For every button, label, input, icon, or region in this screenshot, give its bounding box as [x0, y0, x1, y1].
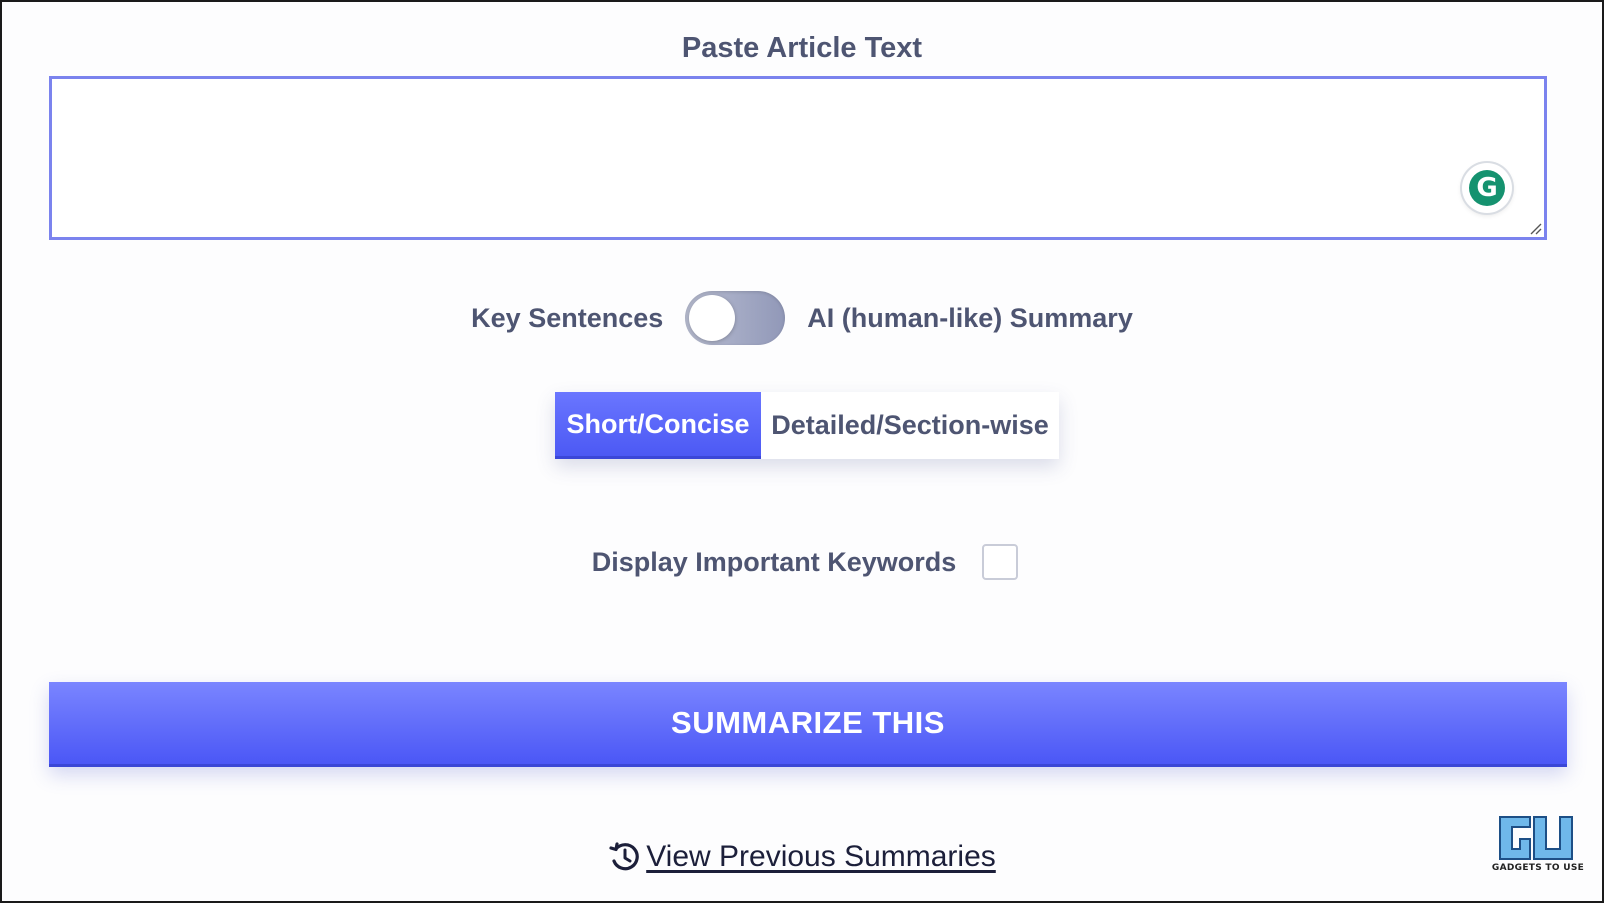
article-text-label: Paste Article Text: [681, 32, 923, 64]
grammarly-button[interactable]: G: [1462, 163, 1512, 213]
watermark-text: GADGETS TO USE: [1491, 863, 1585, 873]
page-frame: Paste Article Text G Key Sentences AI (h…: [0, 0, 1604, 903]
short-concise-button[interactable]: Short/Concise: [555, 392, 761, 459]
resize-handle-icon[interactable]: [1528, 221, 1542, 235]
article-textarea-container: G: [49, 76, 1547, 240]
watermark-logo-icon: [1499, 816, 1573, 860]
summarize-button[interactable]: SUMMARIZE THIS: [49, 682, 1567, 767]
toggle-knob: [689, 295, 736, 341]
ai-summary-label: AI (human-like) Summary: [807, 302, 1133, 333]
article-textarea[interactable]: [52, 79, 1544, 237]
display-keywords-checkbox[interactable]: [982, 544, 1019, 580]
detailed-section-wise-button[interactable]: Detailed/Section-wise: [761, 392, 1059, 459]
history-icon: [608, 840, 642, 874]
summary-length-selector: Short/Concise Detailed/Section-wise: [555, 392, 1059, 459]
view-previous-summaries-label: View Previous Summaries: [646, 840, 996, 873]
view-previous-summaries-link[interactable]: View Previous Summaries: [2, 840, 1602, 874]
gadgets-to-use-logo: GADGETS TO USE: [1492, 813, 1584, 879]
grammarly-icon: G: [1469, 170, 1505, 206]
keywords-option-row: Display Important Keywords: [2, 542, 1602, 582]
summary-mode-toggle[interactable]: [685, 291, 786, 345]
display-keywords-label: Display Important Keywords: [591, 546, 957, 577]
summary-mode-row: Key Sentences AI (human-like) Summary: [2, 290, 1602, 346]
key-sentences-label: Key Sentences: [471, 302, 664, 333]
